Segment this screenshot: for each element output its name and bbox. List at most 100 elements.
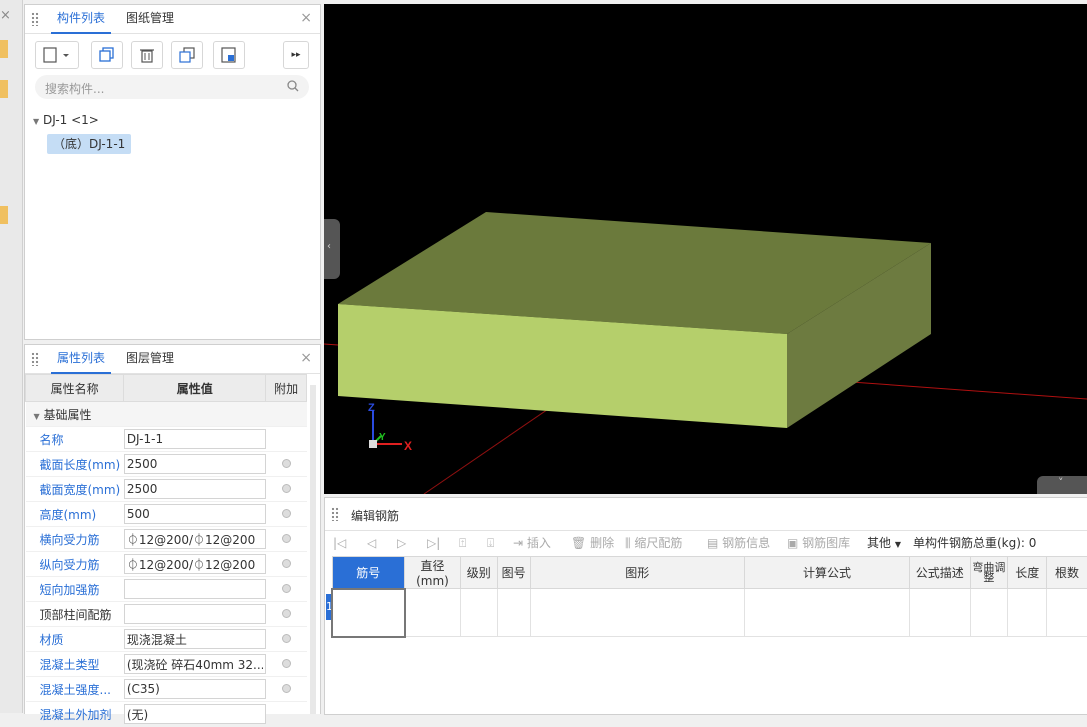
property-value-input[interactable] — [123, 504, 266, 524]
move-up-icon[interactable]: ⍐ — [459, 533, 466, 553]
column-header[interactable]: 图形 — [529, 556, 746, 589]
append-checkbox[interactable] — [281, 609, 291, 618]
column-header[interactable]: 公式描述 — [908, 556, 971, 589]
property-row: 混凝土强度... — [25, 676, 307, 702]
total-weight-label: 单构件钢筋总重(kg): 0 — [913, 536, 1037, 550]
column-header: 属性值 — [123, 374, 267, 402]
column-header[interactable]: 级别 — [459, 556, 498, 589]
drag-handle-icon[interactable] — [31, 352, 39, 366]
property-name: 混凝土类型 — [25, 651, 124, 677]
layer-copy-button[interactable] — [171, 41, 203, 69]
append-checkbox[interactable] — [281, 509, 291, 518]
insert-icon: ⇥ — [513, 536, 524, 550]
property-value-input[interactable] — [123, 704, 266, 724]
property-value-input[interactable] — [123, 654, 266, 674]
column-header[interactable]: 筋号 — [331, 556, 406, 589]
append-checkbox[interactable] — [281, 484, 291, 493]
column-header[interactable]: 长度 — [1007, 556, 1048, 589]
first-record-icon[interactable]: |◁ — [333, 533, 346, 553]
caret-down-icon[interactable]: ▼ — [34, 412, 40, 421]
scrollbar[interactable] — [310, 385, 316, 714]
delete-icon: 🗑 — [571, 536, 587, 550]
append-checkbox[interactable] — [281, 684, 291, 693]
import-button[interactable] — [213, 41, 245, 69]
z-axis-label: Z — [368, 402, 375, 414]
search-icon[interactable] — [287, 80, 299, 92]
table-cell[interactable] — [744, 588, 910, 637]
append-checkbox[interactable] — [281, 559, 291, 568]
append-checkbox[interactable] — [281, 634, 291, 643]
property-group-label: 基础属性 — [43, 407, 92, 422]
table-cell[interactable] — [969, 588, 1009, 637]
append-checkbox[interactable] — [281, 534, 291, 543]
table-cell[interactable] — [404, 588, 461, 637]
collapse-left-handle[interactable]: ‹ — [324, 219, 340, 279]
table-cell[interactable] — [908, 588, 971, 637]
property-value-input[interactable] — [123, 554, 266, 574]
scale-rebar-button[interactable]: ⫼ 缩尺配筋 — [625, 533, 682, 553]
append-checkbox[interactable] — [281, 659, 291, 668]
property-value-input[interactable] — [123, 479, 266, 499]
property-group-row[interactable]: ▼ 基础属性 — [25, 401, 307, 427]
close-icon[interactable]: × — [0, 8, 11, 23]
drag-handle-icon[interactable] — [31, 12, 39, 26]
tab-drawing-management[interactable]: 图纸管理 — [120, 5, 180, 32]
tag-marker[interactable] — [0, 206, 8, 224]
drag-handle-icon[interactable] — [331, 507, 339, 521]
column-header[interactable]: 根数 — [1046, 556, 1087, 589]
close-icon[interactable]: × — [300, 10, 312, 26]
table-cell[interactable] — [529, 588, 746, 637]
column-header[interactable]: 弯曲调整 — [969, 556, 1009, 589]
table-cell[interactable] — [1046, 588, 1087, 637]
insert-label: 插入 — [526, 536, 551, 550]
copy-button[interactable] — [91, 41, 123, 69]
append-checkbox[interactable] — [281, 584, 291, 593]
column-header[interactable]: 图号 — [496, 556, 531, 589]
column-header[interactable]: 直径(mm) — [404, 556, 461, 589]
delete-row-button[interactable]: 🗑 删除 — [571, 533, 614, 553]
table-cell[interactable] — [496, 588, 531, 637]
append-checkbox[interactable] — [281, 459, 291, 468]
property-row: 截面宽度(mm) — [25, 476, 307, 502]
delete-button[interactable] — [131, 41, 163, 69]
property-value-input[interactable] — [123, 529, 266, 549]
next-record-icon[interactable]: ▷ — [397, 533, 406, 553]
table-cell[interactable] — [1007, 588, 1048, 637]
expand-bottom-handle[interactable]: ˅ — [1037, 476, 1087, 494]
tab-property-list[interactable]: 属性列表 — [51, 345, 112, 374]
property-value-input[interactable] — [123, 679, 266, 699]
tag-marker[interactable] — [0, 40, 8, 58]
rebar-info-button[interactable]: ▤ 钢筋信息 — [707, 533, 770, 553]
3d-scene[interactable]: Z X Y — [324, 4, 1087, 494]
property-name: 材质 — [25, 626, 124, 652]
property-value-input[interactable] — [123, 454, 266, 474]
table-cell[interactable] — [331, 587, 406, 638]
expand-toolbar-button[interactable]: ▸▸ — [283, 41, 309, 69]
property-value-input[interactable] — [123, 429, 266, 449]
search-input[interactable]: 搜索构件... — [45, 80, 104, 97]
tree-group-dj1[interactable]: ▼ DJ-1 <1> — [33, 113, 99, 127]
prev-record-icon[interactable]: ◁ — [367, 533, 376, 553]
new-component-button[interactable] — [35, 41, 79, 69]
property-value-input[interactable] — [123, 604, 266, 624]
property-value-input[interactable] — [123, 579, 266, 599]
property-value-input[interactable] — [123, 629, 266, 649]
3d-viewport[interactable]: Z X Y ‹ ˅ — [324, 4, 1087, 494]
close-icon[interactable]: × — [300, 350, 312, 366]
table-cell[interactable] — [459, 588, 498, 637]
insert-button[interactable]: ⇥ 插入 — [513, 533, 551, 553]
rebar-editor-title: 编辑钢筋 — [351, 509, 400, 523]
table-row[interactable] — [331, 587, 1087, 638]
tag-marker[interactable] — [0, 80, 8, 98]
tab-layer-management[interactable]: 图层管理 — [120, 345, 180, 372]
search-field[interactable]: 搜索构件... — [35, 75, 309, 99]
last-record-icon[interactable]: ▷| — [427, 533, 440, 553]
tree-item-dj1-1[interactable]: （底）DJ-1-1 — [47, 134, 132, 154]
move-down-icon[interactable]: ⍗ — [487, 533, 494, 553]
rebar-library-button[interactable]: ▣ 钢筋图库 — [787, 533, 850, 553]
delete-icon — [140, 49, 154, 63]
caret-down-icon[interactable]: ▼ — [33, 117, 39, 126]
column-header[interactable]: 计算公式 — [744, 556, 910, 589]
tab-component-list[interactable]: 构件列表 — [51, 5, 112, 34]
other-dropdown[interactable]: 其他 ▼ — [867, 533, 901, 553]
